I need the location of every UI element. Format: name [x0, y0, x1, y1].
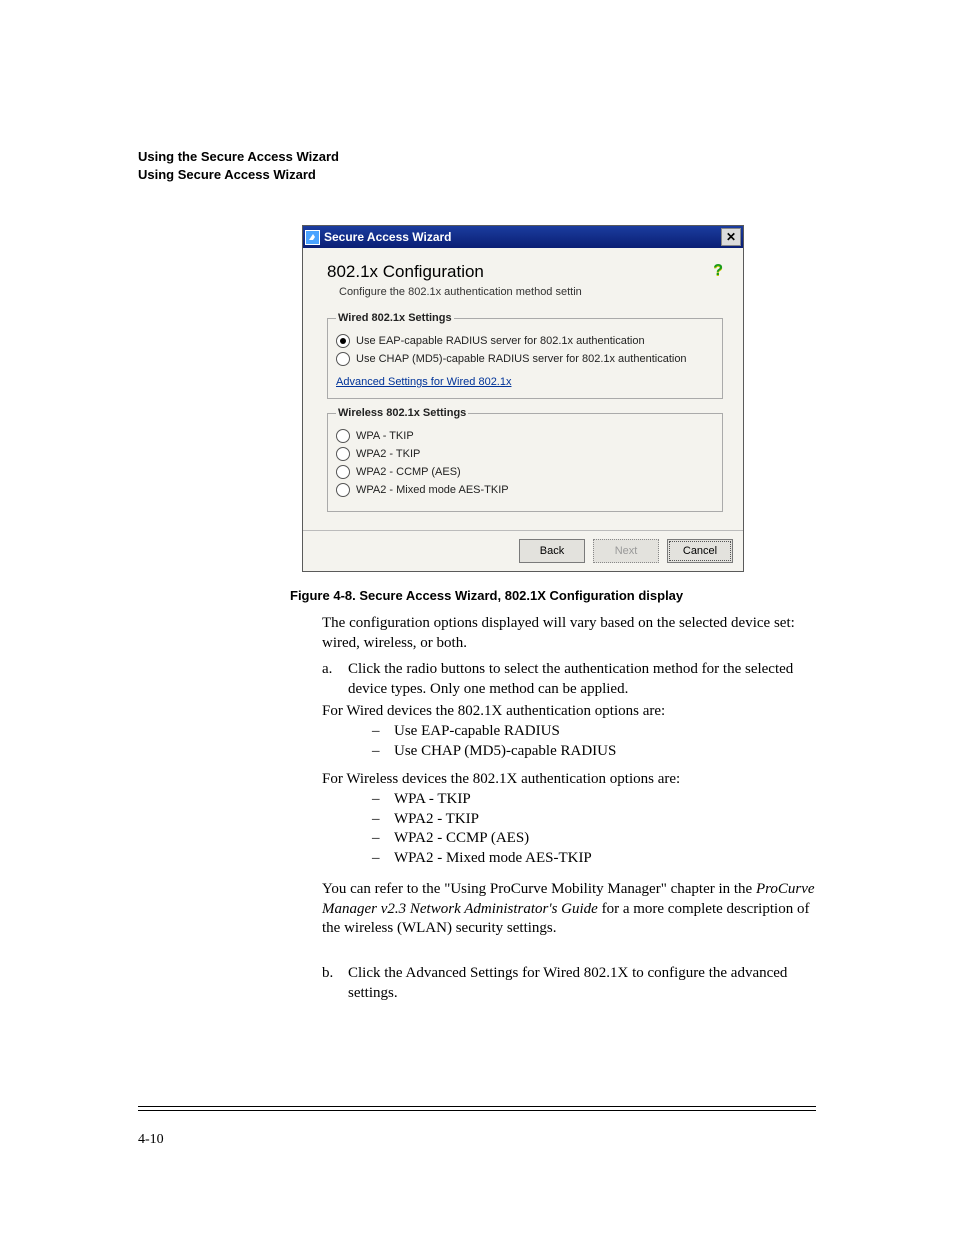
- wizard-step-subtitle: Configure the 802.1x authentication meth…: [339, 286, 723, 298]
- list-item: Use EAP-capable RADIUS: [394, 722, 560, 742]
- cancel-button[interactable]: Cancel: [667, 539, 733, 563]
- page-number: 4-10: [138, 1132, 164, 1148]
- wireless-settings-group: Wireless 802.1x Settings WPA - TKIP WPA2…: [327, 407, 723, 512]
- wizard-button-row: Back Next Cancel: [303, 530, 743, 571]
- paragraph-wired-intro: For Wired devices the 802.1X authenticat…: [322, 702, 822, 722]
- page-header: Using the Secure Access Wizard Using Sec…: [138, 148, 339, 183]
- advanced-wired-link[interactable]: Advanced Settings for Wired 802.1x: [336, 376, 511, 388]
- radio-icon: [336, 334, 350, 348]
- close-icon: ✕: [726, 230, 736, 244]
- footer-rule: [138, 1110, 816, 1111]
- radio-label: Use CHAP (MD5)-capable RADIUS server for…: [356, 353, 687, 365]
- wireless-option-wpa2-mixed[interactable]: WPA2 - Mixed mode AES-TKIP: [336, 483, 714, 497]
- window-title: Secure Access Wizard: [324, 230, 452, 244]
- radio-label: WPA2 - TKIP: [356, 448, 420, 460]
- radio-icon: [336, 429, 350, 443]
- paragraph-wireless-intro: For Wireless devices the 802.1X authenti…: [322, 770, 822, 790]
- radio-label: Use EAP-capable RADIUS server for 802.1x…: [356, 335, 645, 347]
- header-line1: Using the Secure Access Wizard: [138, 148, 339, 166]
- wizard-window: Secure Access Wizard ✕ 802.1x Configurat…: [302, 225, 744, 572]
- wired-option-chap[interactable]: Use CHAP (MD5)-capable RADIUS server for…: [336, 352, 714, 366]
- list-item-a: a. Click the radio buttons to select the…: [322, 656, 822, 703]
- radio-icon: [336, 465, 350, 479]
- wireless-legend: Wireless 802.1x Settings: [336, 407, 468, 419]
- radio-icon: [336, 447, 350, 461]
- wired-option-list: –Use EAP-capable RADIUS –Use CHAP (MD5)-…: [372, 722, 872, 761]
- wireless-option-wpa-tkip[interactable]: WPA - TKIP: [336, 429, 714, 443]
- list-marker: a.: [322, 660, 348, 699]
- radio-label: WPA - TKIP: [356, 430, 414, 442]
- list-marker: b.: [322, 964, 348, 1003]
- radio-icon: [336, 352, 350, 366]
- wireless-option-wpa2-tkip[interactable]: WPA2 - TKIP: [336, 447, 714, 461]
- help-icon[interactable]: ?: [713, 262, 723, 280]
- list-item: WPA2 - TKIP: [394, 810, 479, 830]
- paragraph-intro: The configuration options displayed will…: [322, 614, 822, 653]
- radio-icon: [336, 483, 350, 497]
- wizard-icon: [305, 230, 320, 245]
- wired-legend: Wired 802.1x Settings: [336, 312, 454, 324]
- header-line2: Using Secure Access Wizard: [138, 166, 339, 184]
- wireless-option-wpa2-ccmp[interactable]: WPA2 - CCMP (AES): [336, 465, 714, 479]
- list-item-text: Click the Advanced Settings for Wired 80…: [348, 964, 822, 1003]
- wired-option-eap[interactable]: Use EAP-capable RADIUS server for 802.1x…: [336, 334, 714, 348]
- list-item: WPA2 - Mixed mode AES-TKIP: [394, 849, 592, 869]
- radio-label: WPA2 - CCMP (AES): [356, 466, 461, 478]
- figure-caption: Figure 4-8. Secure Access Wizard, 802.1X…: [290, 588, 683, 603]
- wireless-option-list: –WPA - TKIP –WPA2 - TKIP –WPA2 - CCMP (A…: [372, 790, 872, 868]
- paragraph-reference: You can refer to the "Using ProCurve Mob…: [322, 880, 822, 939]
- list-item-b: b. Click the Advanced Settings for Wired…: [322, 960, 822, 1007]
- titlebar: Secure Access Wizard ✕: [303, 226, 743, 248]
- radio-label: WPA2 - Mixed mode AES-TKIP: [356, 484, 509, 496]
- wired-settings-group: Wired 802.1x Settings Use EAP-capable RA…: [327, 312, 723, 399]
- list-item: WPA2 - CCMP (AES): [394, 829, 529, 849]
- close-button[interactable]: ✕: [721, 228, 741, 246]
- list-item: Use CHAP (MD5)-capable RADIUS: [394, 742, 616, 762]
- footer-rule: [138, 1106, 816, 1107]
- list-item-text: Click the radio buttons to select the au…: [348, 660, 822, 699]
- back-button[interactable]: Back: [519, 539, 585, 563]
- wizard-step-title: 802.1x Configuration: [327, 262, 484, 282]
- next-button: Next: [593, 539, 659, 563]
- list-item: WPA - TKIP: [394, 790, 471, 810]
- ref-text-1: You can refer to the "Using ProCurve Mob…: [322, 881, 756, 897]
